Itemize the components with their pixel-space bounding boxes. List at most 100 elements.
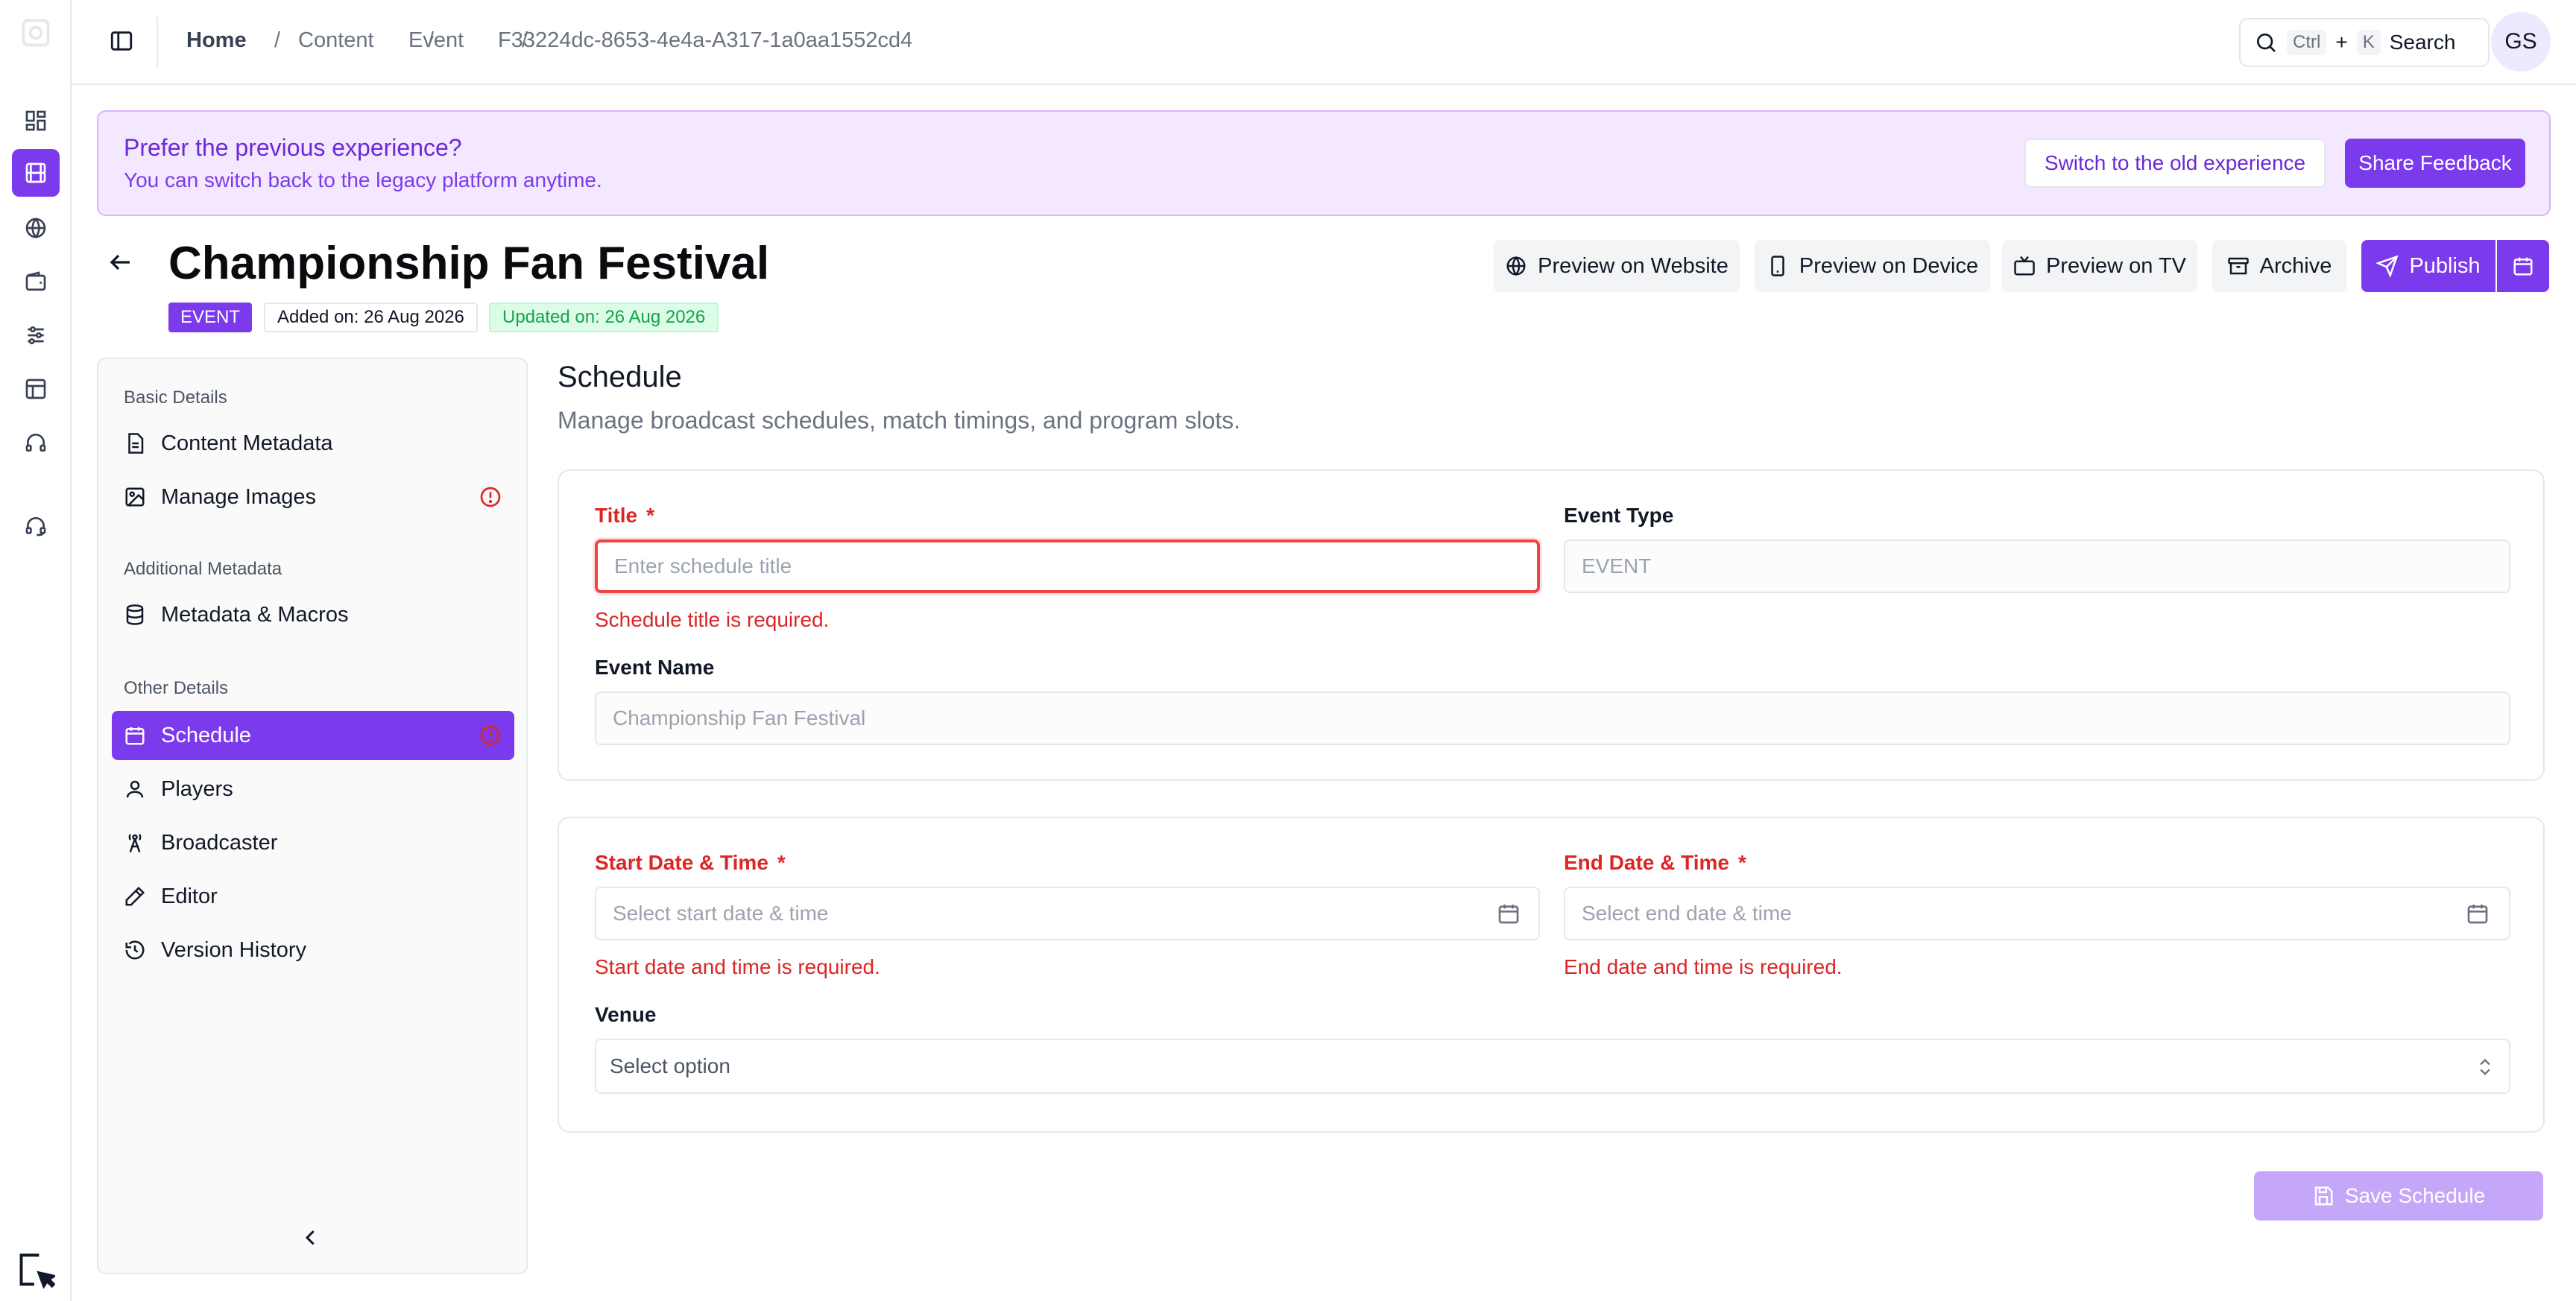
select-tool-icon[interactable] xyxy=(12,1246,60,1294)
schedule-timing-card: Start Date & Time* Start date and time i… xyxy=(558,817,2545,1133)
sidebar-item-manage-images[interactable]: Manage Images xyxy=(112,472,514,522)
sidebar-item-players[interactable]: Players xyxy=(112,765,514,814)
sidebar-item-schedule[interactable]: Schedule xyxy=(112,711,514,760)
history-icon xyxy=(125,940,145,960)
search-icon xyxy=(2257,34,2276,52)
kbd-plus: + xyxy=(2335,31,2348,54)
icon-rail xyxy=(0,0,72,1301)
sidebar-item-label: Metadata & Macros xyxy=(161,602,349,627)
event-name-field xyxy=(595,691,2510,745)
alert-circle-icon xyxy=(480,487,501,507)
preview-device-label: Preview on Device xyxy=(1799,253,1979,278)
sidebar-item-label: Broadcaster xyxy=(161,830,278,855)
image-icon xyxy=(125,487,145,507)
preview-tv-button[interactable]: Preview on TV xyxy=(2002,240,2197,292)
preview-website-button[interactable]: Preview on Website xyxy=(1494,240,1740,292)
support-icon[interactable] xyxy=(12,502,60,550)
sidebar-item-label: Editor xyxy=(161,884,218,908)
end-date-input[interactable] xyxy=(1564,887,2510,940)
updated-date-badge: Updated on: 26 Aug 2026 xyxy=(489,303,719,332)
database-icon xyxy=(126,604,144,625)
share-feedback-button[interactable]: Share Feedback xyxy=(2345,139,2525,188)
app-logo[interactable] xyxy=(12,9,60,57)
legacy-banner: Prefer the previous experience? You can … xyxy=(97,110,2551,216)
sliders-icon[interactable] xyxy=(12,311,60,359)
switch-old-experience-button[interactable]: Switch to the old experience xyxy=(2024,139,2326,188)
breadcrumb-separator: / xyxy=(274,28,281,52)
type-badge: EVENT xyxy=(168,303,253,332)
tv-icon xyxy=(2014,256,2035,276)
kbd-ctrl: Ctrl xyxy=(2287,30,2327,55)
publish-button[interactable]: Publish xyxy=(2361,240,2496,292)
publish-label: Publish xyxy=(2409,253,2481,278)
preview-website-label: Preview on Website xyxy=(1538,253,1729,278)
breadcrumb-current: F33224dc-8653-4e4a-A317-1a0aa1552cd4 xyxy=(498,28,913,52)
user-icon xyxy=(126,780,144,798)
send-icon xyxy=(2376,255,2399,277)
globe-icon xyxy=(1506,256,1526,276)
title-error: Schedule title is required. xyxy=(595,608,830,631)
venue-select[interactable]: Select option xyxy=(595,1039,2510,1094)
schedule-publish-button[interactable] xyxy=(2497,240,2549,292)
archive-icon xyxy=(2227,257,2249,275)
sidebar-item-editor[interactable]: Editor xyxy=(112,872,514,921)
sidebar-item-metadata-macros[interactable]: Metadata & Macros xyxy=(112,590,514,639)
breadcrumb-home[interactable]: Home xyxy=(186,28,247,53)
start-date-label: Start Date & Time * xyxy=(595,851,786,874)
sidebar-item-label: Players xyxy=(161,776,233,801)
archive-button[interactable]: Archive xyxy=(2212,240,2346,292)
venue-label: Venue xyxy=(595,1003,657,1026)
page-title: Championship Fan Festival xyxy=(168,238,770,289)
section-title: Schedule xyxy=(558,361,682,393)
tower-icon xyxy=(128,834,142,852)
banner-subtitle: You can switch back to the legacy platfo… xyxy=(124,168,602,191)
event-name-label: Event Name xyxy=(595,656,715,679)
event-type-field xyxy=(1564,539,2510,593)
archive-label: Archive xyxy=(2259,253,2332,278)
sidebar-toggle-icon[interactable] xyxy=(109,28,134,54)
section-subtitle: Manage broadcast schedules, match timing… xyxy=(558,407,1241,434)
calendar-icon[interactable] xyxy=(2466,902,2490,925)
start-date-input[interactable] xyxy=(595,887,1540,940)
content-icon[interactable] xyxy=(12,149,60,197)
schedule-details-card: Title* Schedule title is required. Event… xyxy=(558,469,2545,781)
breadcrumb-event[interactable]: Event xyxy=(408,28,464,53)
content-sidebar: Basic Details Content Metadata Manage Im… xyxy=(97,358,528,1274)
venue-select-value: Select option xyxy=(610,1054,730,1077)
save-schedule-label: Save Schedule xyxy=(2344,1184,2486,1207)
search-button[interactable]: Ctrl + K Search xyxy=(2239,18,2490,67)
top-bar: Home / Content / Event / F33224dc-8653-4… xyxy=(72,0,2576,85)
back-arrow-icon[interactable] xyxy=(107,249,134,276)
sidebar-item-label: Version History xyxy=(161,937,307,962)
kbd-k: K xyxy=(2356,30,2381,55)
save-schedule-button[interactable]: Save Schedule xyxy=(2254,1171,2543,1221)
layout-icon[interactable] xyxy=(12,365,60,413)
calendar-icon[interactable] xyxy=(1497,902,1521,925)
sidebar-item-broadcaster[interactable]: Broadcaster xyxy=(112,818,514,867)
dashboard-icon[interactable] xyxy=(12,97,60,145)
wallet-icon[interactable] xyxy=(12,258,60,306)
sidebar-item-version-history[interactable]: Version History xyxy=(112,925,514,975)
sidebar-item-label: Content Metadata xyxy=(161,431,333,455)
end-date-error: End date and time is required. xyxy=(1564,955,1843,978)
sidebar-group-heading: Other Details xyxy=(124,678,229,698)
banner-title: Prefer the previous experience? xyxy=(124,134,462,161)
collapse-chevron-left-icon[interactable] xyxy=(300,1226,322,1249)
event-type-label: Event Type xyxy=(1564,504,1674,527)
sidebar-item-content-metadata[interactable]: Content Metadata xyxy=(112,419,514,468)
title-input[interactable] xyxy=(595,539,1540,593)
breadcrumb-content[interactable]: Content xyxy=(298,28,374,53)
chevron-up-down-icon xyxy=(2480,1059,2490,1075)
end-date-label: End Date & Time * xyxy=(1564,851,1746,874)
sidebar-item-label: Manage Images xyxy=(161,484,316,509)
added-date-badge: Added on: 26 Aug 2026 xyxy=(264,303,478,332)
globe-icon[interactable] xyxy=(12,204,60,252)
divider xyxy=(157,16,158,67)
avatar[interactable]: GS xyxy=(2491,12,2551,72)
calendar-icon xyxy=(2513,257,2533,276)
headphones-icon[interactable] xyxy=(12,419,60,466)
preview-device-button[interactable]: Preview on Device xyxy=(1755,240,1990,292)
file-text-icon xyxy=(128,433,144,454)
preview-tv-label: Preview on TV xyxy=(2045,253,2187,278)
calendar-icon xyxy=(125,727,145,745)
